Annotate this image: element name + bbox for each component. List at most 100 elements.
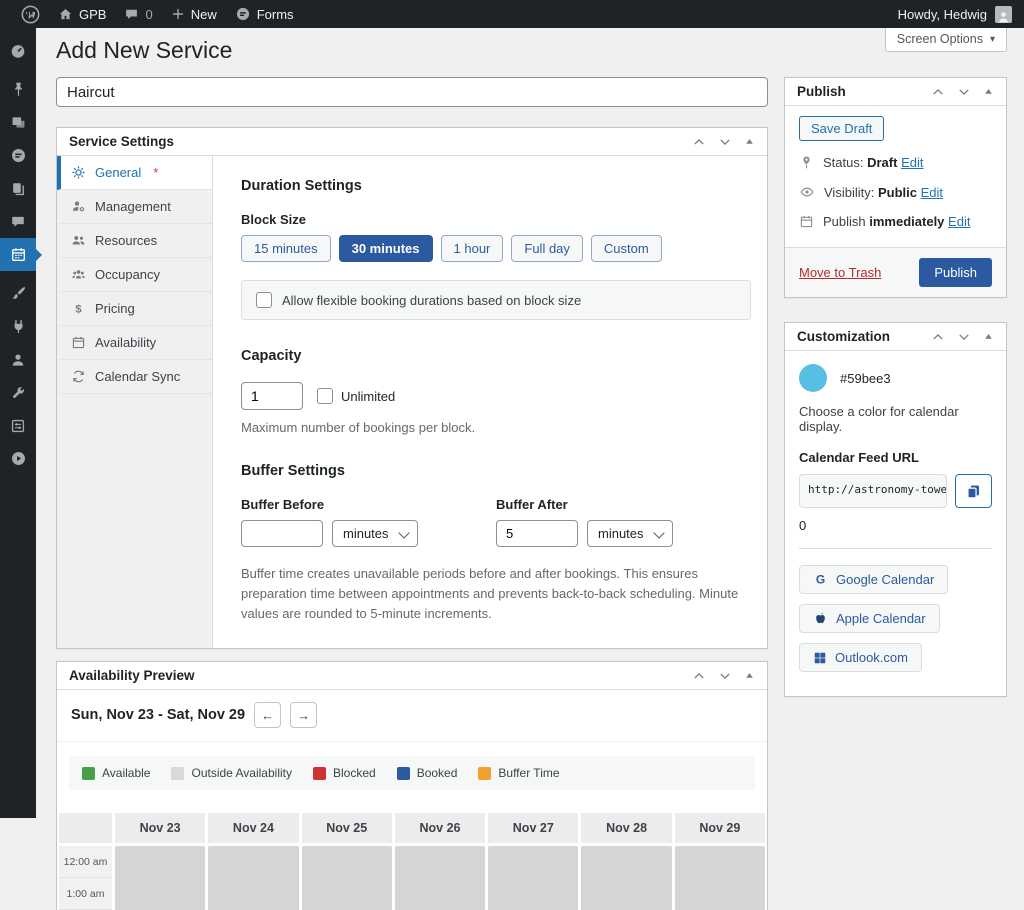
outside-availability-swatch [171, 767, 184, 780]
booked-swatch [397, 767, 410, 780]
admin-bar-site-link[interactable]: GPB [49, 0, 115, 28]
tab-resources-label: Resources [95, 233, 157, 248]
publish-title: Publish [797, 84, 846, 99]
move-up-icon[interactable] [692, 669, 706, 683]
status-value: Draft [867, 155, 897, 170]
tab-availability[interactable]: Availability [57, 326, 212, 360]
sidebar-item-media[interactable] [0, 106, 36, 139]
calendar-cell [488, 878, 578, 910]
home-icon [58, 7, 73, 22]
move-down-icon[interactable] [957, 330, 971, 344]
sidebar-item-tools[interactable] [0, 376, 36, 409]
sidebar-item-media-player[interactable] [0, 442, 36, 475]
color-picker-swatch[interactable] [799, 364, 827, 392]
move-down-icon[interactable] [718, 669, 732, 683]
screen-options-button[interactable]: Screen Options ▾ [885, 28, 1007, 52]
sidebar-item-forms[interactable] [0, 139, 36, 172]
people-group-icon [71, 267, 86, 282]
tab-general[interactable]: General* [57, 156, 212, 190]
tab-calendar-sync[interactable]: Calendar Sync [57, 360, 212, 394]
apple-calendar-button[interactable]: Apple Calendar [799, 604, 940, 633]
next-week-button[interactable]: → [290, 702, 317, 728]
tab-occupancy[interactable]: Occupancy [57, 258, 212, 292]
tab-pricing[interactable]: $ Pricing [57, 292, 212, 326]
block-size-label: Block Size [241, 212, 751, 227]
pin-icon [799, 155, 814, 170]
tab-occupancy-label: Occupancy [95, 267, 160, 282]
sidebar-item-comments[interactable] [0, 205, 36, 238]
move-up-icon[interactable] [692, 135, 706, 149]
capacity-help: Maximum number of bookings per block. [241, 420, 751, 435]
availability-legend: Available Outside Availability Blocked B… [69, 756, 755, 790]
flexible-duration-checkbox[interactable] [256, 292, 272, 308]
buffer-after-unit-select[interactable]: minutes [587, 520, 673, 547]
tab-resources[interactable]: Resources [57, 224, 212, 258]
tab-management[interactable]: Management [57, 190, 212, 224]
edit-status-link[interactable]: Edit [901, 155, 923, 170]
move-up-icon[interactable] [931, 330, 945, 344]
move-down-icon[interactable] [957, 85, 971, 99]
calendar-cell [488, 846, 578, 878]
unlimited-checkbox[interactable] [317, 388, 333, 404]
move-down-icon[interactable] [718, 135, 732, 149]
wordpress-logo-icon [21, 5, 40, 24]
avatar [995, 6, 1012, 23]
service-title-input[interactable] [56, 77, 768, 107]
sidebar-item-appearance[interactable] [0, 277, 36, 310]
tab-availability-label: Availability [95, 335, 156, 350]
calendar-icon [71, 335, 86, 350]
sidebar-item-posts[interactable] [0, 73, 36, 106]
save-draft-button[interactable]: Save Draft [799, 116, 884, 141]
time-label: 12:00 am [59, 846, 112, 878]
buffer-after-input[interactable] [496, 520, 578, 547]
status-row: Status: Draft Edit [799, 155, 992, 170]
play-circle-icon [10, 450, 27, 467]
block-size-30-minutes[interactable]: 30 minutes [339, 235, 433, 262]
collapse-toggle-icon[interactable] [983, 86, 994, 97]
buffer-after-unit-wrap: minutes [587, 520, 673, 547]
calendar-cell [395, 846, 485, 878]
edit-visibility-link[interactable]: Edit [921, 185, 943, 200]
sidebar-item-plugins[interactable] [0, 310, 36, 343]
previous-week-button[interactable]: ← [254, 702, 281, 728]
sidebar-item-users[interactable] [0, 343, 36, 376]
move-up-icon[interactable] [931, 85, 945, 99]
buffer-before-unit-select[interactable]: minutes [332, 520, 418, 547]
block-size-full-day[interactable]: Full day [511, 235, 583, 262]
week-navigation: Sun, Nov 23 - Sat, Nov 29 ← → [57, 690, 767, 742]
calendar-feed-url-input[interactable]: http://astronomy-tower.lo [799, 474, 947, 508]
google-calendar-button[interactable]: G Google Calendar [799, 565, 948, 594]
svg-text:$: $ [75, 303, 82, 315]
admin-bar-account[interactable]: Howdy, Hedwig [898, 6, 1012, 23]
wordpress-logo-menu[interactable] [12, 0, 49, 28]
sidebar-item-pages[interactable] [0, 172, 36, 205]
collapse-toggle-icon[interactable] [744, 670, 755, 681]
outlook-button[interactable]: Outlook.com [799, 643, 922, 672]
capacity-input[interactable] [241, 382, 303, 410]
legend-outside-availability: Outside Availability [171, 766, 292, 780]
block-size-custom[interactable]: Custom [591, 235, 662, 262]
sidebar-item-settings-panel[interactable] [0, 409, 36, 442]
block-size-15-minutes[interactable]: 15 minutes [241, 235, 331, 262]
screen-options-label: Screen Options [897, 32, 983, 46]
admin-bar-forms[interactable]: Forms [226, 0, 303, 28]
collapse-toggle-icon[interactable] [983, 331, 994, 342]
publish-footer: Move to Trash Publish [785, 247, 1006, 297]
collapse-toggle-icon[interactable] [744, 136, 755, 147]
publish-button[interactable]: Publish [919, 258, 992, 287]
schedule-row: Publish immediately Edit [799, 214, 992, 229]
admin-bar-new[interactable]: New [162, 0, 226, 28]
brush-icon [10, 285, 27, 302]
service-settings-title: Service Settings [69, 134, 174, 149]
admin-bar-comments[interactable]: 0 [115, 0, 161, 28]
sidebar-item-bookings[interactable] [0, 238, 36, 271]
copy-url-button[interactable] [955, 474, 992, 508]
edit-schedule-link[interactable]: Edit [948, 214, 970, 229]
move-to-trash-link[interactable]: Move to Trash [799, 265, 881, 280]
calendar-cell [115, 846, 205, 878]
sync-icon [71, 369, 86, 384]
calendar-cell [302, 878, 392, 910]
buffer-before-input[interactable] [241, 520, 323, 547]
block-size-1-hour[interactable]: 1 hour [441, 235, 504, 262]
sidebar-item-dashboard[interactable] [0, 34, 36, 67]
